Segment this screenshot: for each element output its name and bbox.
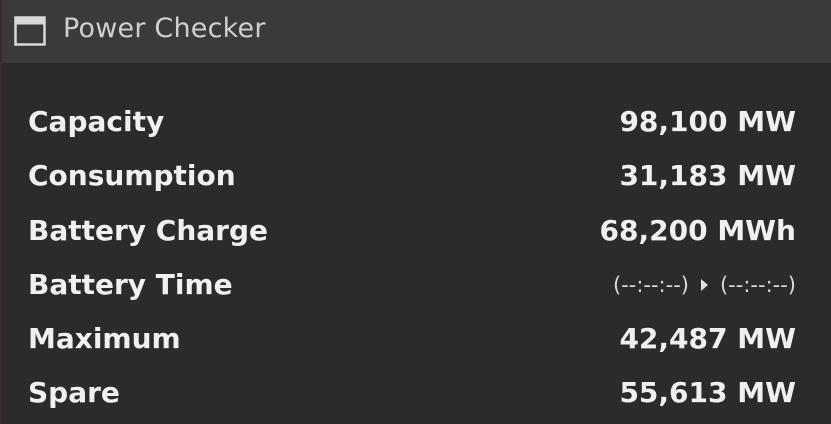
battery-time-from: (--:--:--) [612, 272, 689, 297]
stat-label: Maximum [28, 322, 181, 356]
stat-label: Capacity [28, 105, 165, 138]
stat-row-capacity: Capacity 98,100 MW [2, 95, 831, 149]
battery-time-value: (--:--:--) (--:--:--) [613, 273, 796, 297]
stat-row-consumption: Consumption 31,183 MW [2, 149, 831, 203]
stat-row-battery-time: Battery Time (--:--:--) (--:--:--) [2, 258, 831, 312]
power-stats-list: Capacity 98,100 MW Consumption 31,183 MW… [2, 95, 831, 421]
stat-label: Battery Time [28, 267, 233, 301]
arrow-right-icon [700, 278, 708, 291]
stat-value: 98,100 MW [619, 105, 796, 138]
stat-value: 42,487 MW [619, 322, 796, 356]
window-icon [14, 16, 46, 46]
stat-value: 68,200 MWh [599, 213, 796, 247]
stat-label: Battery Charge [28, 213, 269, 247]
power-checker-window: Power Checker Capacity 98,100 MW Consump… [0, 0, 831, 424]
battery-time-to: (--:--:--) [719, 272, 796, 297]
title-bar[interactable]: Power Checker [2, 0, 831, 63]
stat-row-battery-charge: Battery Charge 68,200 MWh [2, 204, 831, 258]
stat-value: 31,183 MW [619, 159, 796, 193]
window-title: Power Checker [63, 13, 266, 44]
stat-row-spare: Spare 55,613 MW [2, 366, 831, 420]
stat-value: 55,613 MW [619, 376, 796, 410]
stat-row-maximum: Maximum 42,487 MW [2, 312, 831, 366]
stat-label: Consumption [28, 159, 236, 193]
stat-label: Spare [28, 376, 120, 410]
